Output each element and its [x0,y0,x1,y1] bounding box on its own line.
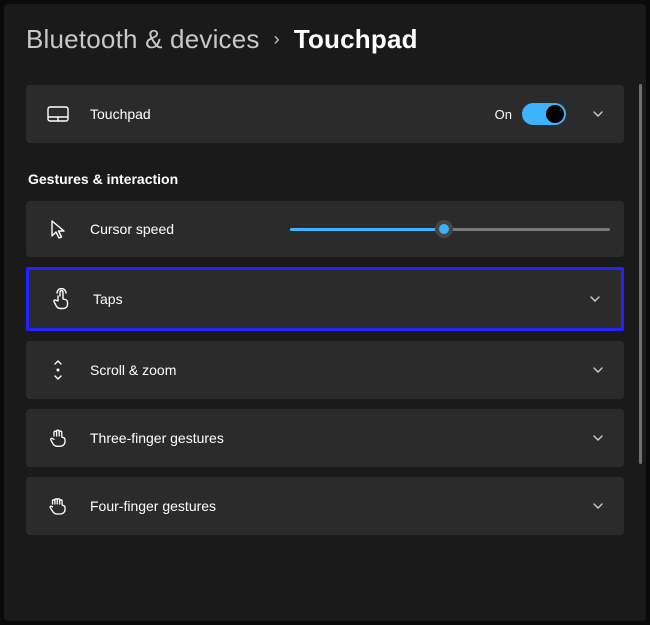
toggle-knob [546,105,564,123]
slider-thumb-inner [439,224,449,234]
touchpad-icon [44,106,72,122]
chevron-right-icon: › [274,29,280,50]
touchpad-toggle-group: On [495,103,566,125]
breadcrumb-parent[interactable]: Bluetooth & devices [26,24,260,55]
touchpad-status-label: On [495,107,512,122]
touchpad-toggle[interactable] [522,103,566,125]
section-header: Gestures & interaction [28,171,624,187]
taps-card[interactable]: Taps [26,267,624,331]
page-title: Touchpad [294,24,418,55]
cursor-speed-slider[interactable] [290,219,610,239]
chevron-down-icon[interactable] [587,291,603,307]
three-finger-icon [44,427,72,449]
chevron-down-icon[interactable] [590,498,606,514]
chevron-down-icon[interactable] [590,362,606,378]
four-finger-card[interactable]: Four-finger gestures [26,477,624,535]
cursor-speed-label: Cursor speed [90,221,290,237]
scrollbar[interactable] [639,84,642,464]
chevron-down-icon[interactable] [590,430,606,446]
touchpad-label: Touchpad [90,106,495,122]
taps-label: Taps [93,291,579,307]
slider-thumb[interactable] [435,220,453,238]
settings-page: Bluetooth & devices › Touchpad Touchpad … [4,4,646,621]
scroll-zoom-label: Scroll & zoom [90,362,582,378]
three-finger-label: Three-finger gestures [90,430,582,446]
cursor-speed-card: Cursor speed [26,201,624,257]
chevron-down-icon[interactable] [590,106,606,122]
tap-icon [47,288,75,310]
three-finger-card[interactable]: Three-finger gestures [26,409,624,467]
breadcrumb: Bluetooth & devices › Touchpad [26,24,624,55]
touchpad-card[interactable]: Touchpad On [26,85,624,143]
scroll-zoom-icon [44,359,72,381]
four-finger-label: Four-finger gestures [90,498,582,514]
slider-track-filled [290,228,444,231]
cursor-icon [44,219,72,239]
four-finger-icon [44,495,72,517]
scroll-zoom-card[interactable]: Scroll & zoom [26,341,624,399]
